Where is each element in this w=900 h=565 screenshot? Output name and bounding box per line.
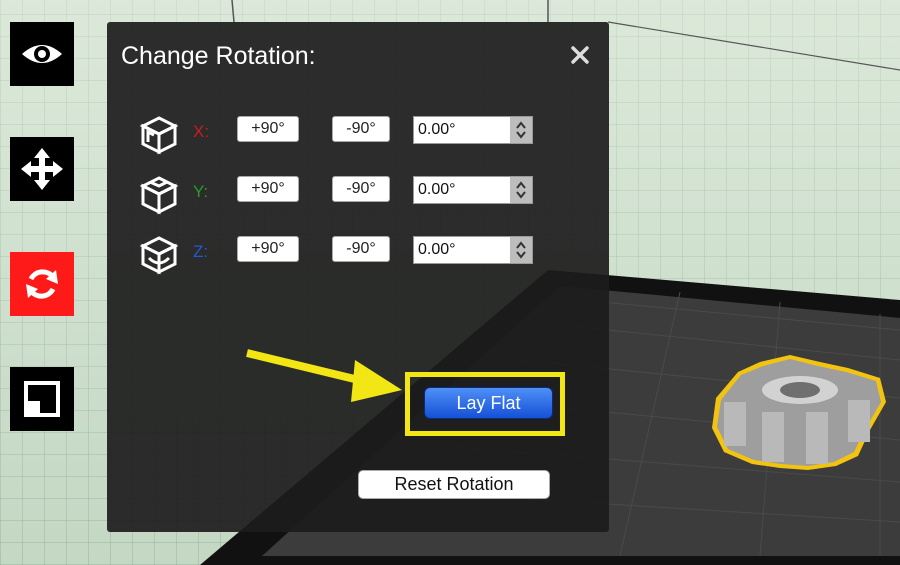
z-rotation-spinner [413,236,533,264]
lay-flat-button[interactable]: Lay Flat [424,387,553,419]
reset-rotation-button[interactable]: Reset Rotation [358,470,550,499]
up-down-chevron-icon [516,181,526,199]
scale-tool-button[interactable] [10,367,74,431]
3d-viewport[interactable]: Change Rotation: X: +90° -90° 0.00° Y: +… [0,0,900,565]
annotation-arrow [246,349,402,402]
scale-icon [24,381,60,417]
y-stepper-arrows[interactable] [510,177,532,203]
move-icon [21,148,63,190]
x-rotation-input[interactable] [416,117,514,143]
y-rotation-spinner [413,176,533,204]
z-stepper-arrows[interactable] [510,237,532,263]
close-panel-button[interactable] [565,40,595,70]
x-stepper-arrows[interactable] [510,117,532,143]
z-rotation-input[interactable] [416,237,514,263]
view-tool-button[interactable] [10,22,74,86]
rotate-tool-button[interactable] [10,252,74,316]
x-rotation-spinner [413,116,533,144]
y-rotation-input[interactable] [416,177,514,203]
rotate-icon [26,269,58,299]
up-down-chevron-icon [516,241,526,259]
close-icon [571,46,589,64]
eye-icon [22,45,62,63]
change-rotation-panel: Change Rotation: X: +90° -90° 0.00° Y: +… [107,22,609,532]
up-down-chevron-icon [516,121,526,139]
move-tool-button[interactable] [10,137,74,201]
